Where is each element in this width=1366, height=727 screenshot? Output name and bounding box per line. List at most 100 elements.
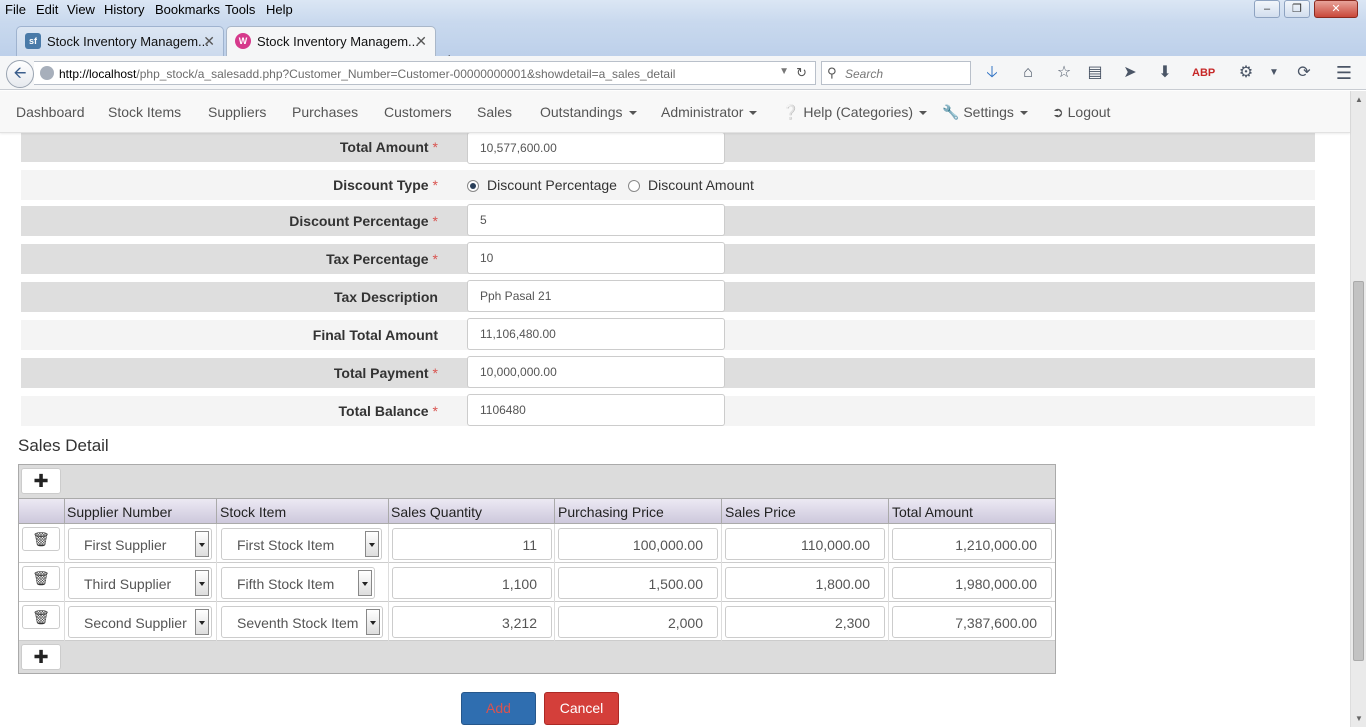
stock-item-select[interactable]: Seventh Stock Item [221,606,383,638]
nav-purchases[interactable]: Purchases [292,104,358,120]
back-arrow-icon[interactable]: 🡨 [6,60,34,88]
row-total-payment: Total Payment * 10,000,000.00 [21,356,1315,388]
table-row: 🗑 Second Supplier Seventh Stock Item 3,2… [19,602,1055,641]
sales-price-field[interactable]: 1,800.00 [725,567,885,599]
menu-file[interactable]: File [5,2,26,17]
scroll-up-icon[interactable]: ▲ [1355,95,1363,104]
browser-toolbar: 🡨 http://localhost/php_stock/a_salesadd.… [0,56,1366,90]
row-total-amount-field[interactable]: 1,980,000.00 [892,567,1052,599]
menu-bookmarks[interactable]: Bookmarks [155,2,220,17]
row-tax-percentage: Tax Percentage * 10 [21,242,1315,274]
radio-discount-amount[interactable] [628,180,640,192]
menu-help[interactable]: Help [266,2,293,17]
nav-dashboard[interactable]: Dashboard [16,104,85,120]
nav-suppliers[interactable]: Suppliers [208,104,266,120]
chevron-down-icon[interactable] [195,531,209,557]
stock-item-select[interactable]: Fifth Stock Item [221,567,375,599]
cancel-button[interactable]: Cancel [544,692,619,725]
close-tab-icon[interactable]: ✕ [415,33,427,50]
chevron-down-icon[interactable] [195,609,209,635]
discount-percentage-field[interactable]: 5 [467,204,725,236]
tab-title: Stock Inventory Managem... [257,34,419,49]
nav-logout[interactable]: ➲ Logout [1052,104,1110,121]
extension-icon[interactable]: ⚙ [1236,63,1256,83]
total-amount-field[interactable]: 10,577,600.00 [467,132,725,164]
row-total-amount-field[interactable]: 7,387,600.00 [892,606,1052,638]
reading-list-icon[interactable]: ▤ [1085,63,1105,83]
reload-icon[interactable]: ↻ [796,65,807,81]
chevron-down-icon[interactable] [195,570,209,596]
send-icon[interactable]: ➤ [1120,63,1140,83]
menu-view[interactable]: View [67,2,95,17]
add-row-top-button[interactable]: ✚ [21,468,61,494]
browser-tab-1[interactable]: sf Stock Inventory Managem... ✕ [16,26,224,56]
purchasing-price-field[interactable]: 2,000 [558,606,718,638]
sales-price-field[interactable]: 2,300 [725,606,885,638]
scroll-down-icon[interactable]: ▼ [1355,714,1363,723]
trash-icon[interactable]: 🗑 [22,605,60,629]
label-discount-type: Discount Type * [333,177,438,193]
restore-icon[interactable]: ❐ [1284,0,1310,18]
sync-icon[interactable]: ⟳ [1294,63,1314,83]
minimize-icon[interactable]: – [1254,0,1280,18]
close-tab-icon[interactable]: ✕ [203,33,215,50]
adblock-icon[interactable]: ABP [1192,63,1215,83]
chevron-down-icon[interactable] [366,609,380,635]
sales-quantity-field[interactable]: 11 [392,528,552,560]
caret-down-icon [628,111,637,116]
extension-dropdown-icon[interactable]: ▼ [1264,63,1284,83]
nav-outstandings[interactable]: Outstandings [540,104,637,120]
search-input[interactable]: ⚲ Search [821,61,971,85]
download-arrow-icon[interactable]: 🡣 [982,63,1002,83]
add-row-bottom-button[interactable]: ✚ [21,644,61,670]
sales-detail-grid: ✚ Supplier Number Stock Item Sales Quant… [18,464,1056,674]
url-dropdown-icon[interactable]: ▼ [779,66,789,77]
menu-tools[interactable]: Tools [225,2,255,17]
nav-administrator[interactable]: Administrator [661,104,758,120]
chevron-down-icon[interactable] [358,570,372,596]
downloads-icon[interactable]: ⬇ [1155,63,1175,83]
vertical-scrollbar[interactable]: ▲ ▼ [1350,91,1366,727]
trash-icon[interactable]: 🗑 [22,566,60,590]
nav-stock-items[interactable]: Stock Items [108,104,181,120]
bookmark-star-icon[interactable]: ☆ [1054,63,1074,83]
nav-help[interactable]: ❔ Help (Categories) [782,104,928,121]
purchasing-price-field[interactable]: 1,500.00 [558,567,718,599]
supplier-select[interactable]: First Supplier [68,528,212,560]
chevron-down-icon[interactable] [365,531,379,557]
home-icon[interactable]: ⌂ [1018,63,1038,83]
scrollbar-thumb[interactable] [1353,281,1364,661]
sales-quantity-field[interactable]: 3,212 [392,606,552,638]
add-button[interactable]: Add [461,692,536,725]
sales-price-field[interactable]: 110,000.00 [725,528,885,560]
stock-item-select[interactable]: First Stock Item [221,528,382,560]
menu-edit[interactable]: Edit [36,2,58,17]
hamburger-menu-icon[interactable]: ☰ [1334,63,1354,83]
final-total-amount-field[interactable]: 11,106,480.00 [467,318,725,350]
col-total-amount: Total Amount [892,504,973,520]
menu-history[interactable]: History [104,2,144,17]
radio-discount-percentage[interactable] [467,180,479,192]
nav-sales[interactable]: Sales [477,104,512,120]
label-total-balance: Total Balance * [338,403,438,419]
sales-quantity-field[interactable]: 1,100 [392,567,552,599]
browser-tab-2[interactable]: W Stock Inventory Managem... ✕ [226,26,436,56]
radio-label-discount-percentage[interactable]: Discount Percentage [487,177,617,193]
app-navbar: Dashboard Stock Items Suppliers Purchase… [0,91,1350,133]
row-total-amount-field[interactable]: 1,210,000.00 [892,528,1052,560]
supplier-select[interactable]: Third Supplier [68,567,212,599]
total-payment-field[interactable]: 10,000,000.00 [467,356,725,388]
nav-settings[interactable]: 🔧 Settings [942,104,1028,121]
radio-label-discount-amount[interactable]: Discount Amount [648,177,754,193]
close-window-icon[interactable]: ✕ [1314,0,1358,18]
trash-icon[interactable]: 🗑 [22,527,60,551]
supplier-select[interactable]: Second Supplier [68,606,212,638]
url-text: http://localhost/php_stock/a_salesadd.ph… [59,67,676,81]
tax-description-field[interactable]: Pph Pasal 21 [467,280,725,312]
section-title: Sales Detail [18,436,109,455]
total-balance-field[interactable]: 1106480 [467,394,725,426]
tax-percentage-field[interactable]: 10 [467,242,725,274]
url-bar[interactable]: http://localhost/php_stock/a_salesadd.ph… [34,61,816,85]
nav-customers[interactable]: Customers [384,104,452,120]
purchasing-price-field[interactable]: 100,000.00 [558,528,718,560]
